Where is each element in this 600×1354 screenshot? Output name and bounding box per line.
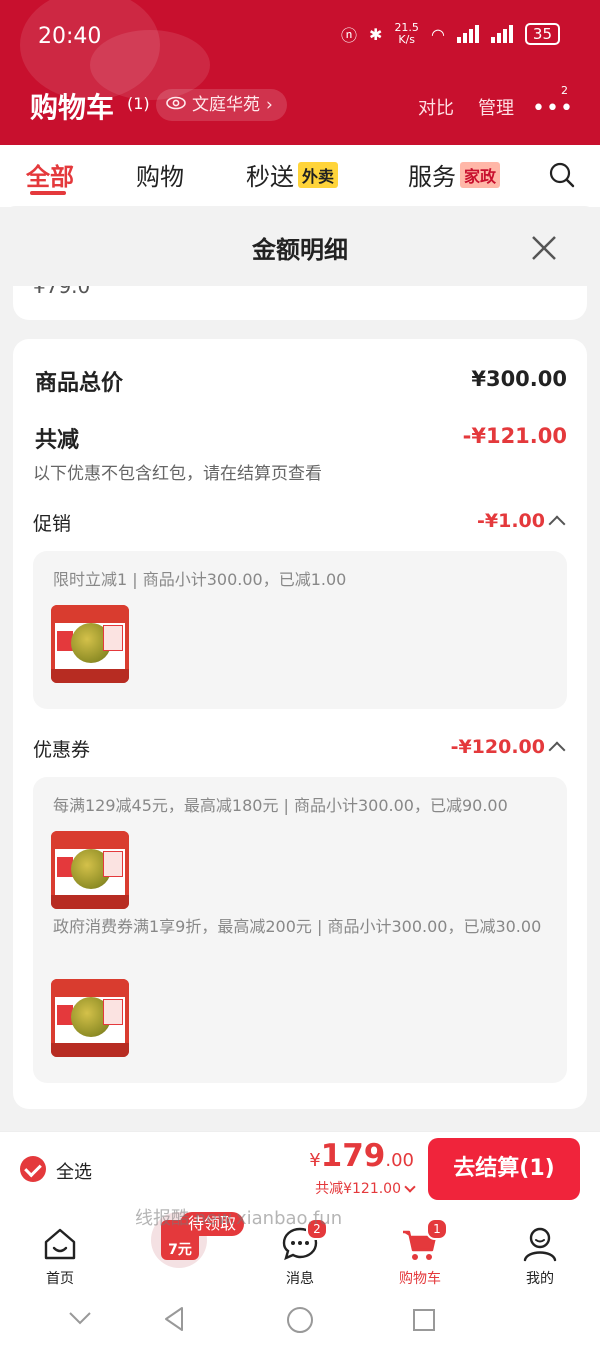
coupon-label: 优惠券 [33, 739, 91, 761]
price-integer: 179 [320, 1138, 386, 1174]
takeout-tag: 外卖 [298, 162, 339, 188]
tab-services[interactable]: 服务 家政 [408, 157, 501, 192]
nav-label: 首页 [46, 1271, 74, 1287]
product-thumbnail [51, 831, 129, 909]
price-currency: ¥ [309, 1150, 321, 1171]
discount-value: -¥121.00 [462, 424, 567, 448]
top-header: 20:40 ⓝ ✱ 21.5 K/s ◠ 35 购物车 (1) 文庭华苑 › 对… [0, 0, 600, 145]
promotion-label: 促销 [33, 513, 72, 535]
clipped-text: ¥79.0 [33, 286, 91, 298]
promotion-toggle[interactable]: -¥1.00 [477, 510, 566, 533]
price-decimal: .00 [385, 1150, 414, 1171]
more-badge: 2 [561, 84, 568, 97]
product-thumbnail [51, 605, 129, 683]
coupon-detail-text: 每满129减45元，最高减180元 | 商品小计300.00，已减90.00 [53, 796, 508, 815]
chevron-up-icon [548, 741, 566, 759]
coupon-detail-box: 每满129减45元，最高减180元 | 商品小计300.00，已减90.00 政… [33, 777, 567, 1083]
wifi-icon: ◠ [430, 24, 445, 44]
coupon-value: -¥120.00 [450, 736, 545, 758]
page-title: 购物车 [30, 91, 115, 124]
status-bar-icons: ⓝ ✱ 21.5 K/s ◠ 35 [341, 22, 560, 46]
recents-icon[interactable] [412, 1308, 436, 1332]
manage-button[interactable]: 管理 [478, 94, 514, 120]
select-all-checkbox[interactable] [20, 1156, 46, 1182]
tab-label: 秒送 [246, 163, 294, 191]
discount-summary: 共减¥121.00 [315, 1181, 401, 1197]
signal-icon [456, 25, 479, 43]
product-thumbnail [51, 979, 129, 1057]
previous-card: ¥79.0 [13, 286, 587, 320]
tab-instant-delivery[interactable]: 秒送 外卖 [246, 157, 339, 192]
housekeeping-tag: 家政 [460, 162, 501, 188]
checkout-bar: 全选 ¥179.00 共减¥121.00 去结算(1) [0, 1131, 600, 1207]
chevron-up-icon [548, 515, 566, 533]
tab-label: 服务 [408, 163, 456, 191]
tab-label: 全部 [26, 163, 74, 191]
amount-card: 商品总价 ¥300.00 共减 -¥121.00 以下优惠不包含红包，请在结算页… [13, 339, 587, 1109]
category-tabs: 全部 购物 秒送 外卖 服务 家政 [0, 145, 600, 207]
collapse-icon[interactable] [68, 1310, 92, 1326]
signal-icon [490, 25, 513, 43]
coupon-detail-text: 政府消费券满1享9折，最高减200元 | 商品小计300.00，已减30.00 [53, 917, 542, 936]
system-navigation [0, 1286, 600, 1354]
cart-item-count: (1) [127, 94, 150, 113]
address-selector[interactable]: 文庭华苑 › [156, 89, 287, 121]
close-icon[interactable] [528, 232, 560, 264]
promotion-detail-box: 限时立减1 | 商品小计300.00，已减1.00 [33, 551, 567, 709]
discount-note: 以下优惠不包含红包，请在结算页查看 [33, 464, 322, 484]
tab-active-indicator [30, 191, 66, 195]
profile-icon [523, 1227, 557, 1262]
promotion-detail-text: 限时立减1 | 商品小计300.00，已减1.00 [53, 570, 347, 589]
total-label: 商品总价 [35, 371, 124, 396]
total-value: ¥300.00 [471, 367, 567, 391]
discount-label: 共减 [35, 428, 80, 453]
amount-detail-sheet: 金额明细 ¥79.0 商品总价 ¥300.00 共减 -¥121.00 以下优惠… [0, 206, 600, 1131]
coupon-toggle[interactable]: -¥120.00 [450, 736, 566, 759]
discount-summary-toggle[interactable]: 共减¥121.00 [315, 1178, 416, 1198]
battery-indicator: 35 [524, 23, 560, 45]
network-speed: 21.5 K/s [394, 22, 419, 46]
eye-icon [166, 89, 186, 121]
network-speed-unit: K/s [398, 33, 416, 46]
nfc-icon: ⓝ [341, 26, 358, 45]
address-text: 文庭华苑 [192, 95, 260, 115]
back-icon[interactable] [162, 1306, 186, 1332]
promotion-value: -¥1.00 [477, 510, 545, 532]
sheet-title: 金额明细 [252, 236, 348, 264]
tab-shopping[interactable]: 购物 [136, 157, 184, 192]
tab-label: 购物 [136, 163, 184, 191]
nav-label: 我的 [526, 1271, 554, 1287]
chevron-right-icon: › [266, 95, 273, 115]
status-time: 20:40 [38, 24, 102, 49]
tab-all[interactable]: 全部 [26, 157, 74, 192]
home-icon [44, 1228, 76, 1260]
total-price: ¥179.00 [309, 1138, 414, 1174]
nav-label: 购物车 [399, 1271, 441, 1287]
home-button-icon[interactable] [286, 1306, 314, 1334]
chevron-down-icon [404, 1180, 416, 1193]
cart-badge: 1 [426, 1218, 448, 1240]
bluetooth-icon: ✱ [369, 24, 383, 44]
more-icon[interactable]: ••• [532, 96, 574, 121]
watermark: 线报酷 new.xianbao.fun [135, 1208, 343, 1229]
nav-label: 消息 [286, 1271, 314, 1287]
search-icon[interactable] [548, 161, 576, 193]
select-all-label[interactable]: 全选 [56, 1158, 92, 1184]
compare-button[interactable]: 对比 [418, 94, 454, 120]
checkout-button[interactable]: 去结算(1) [428, 1138, 580, 1200]
